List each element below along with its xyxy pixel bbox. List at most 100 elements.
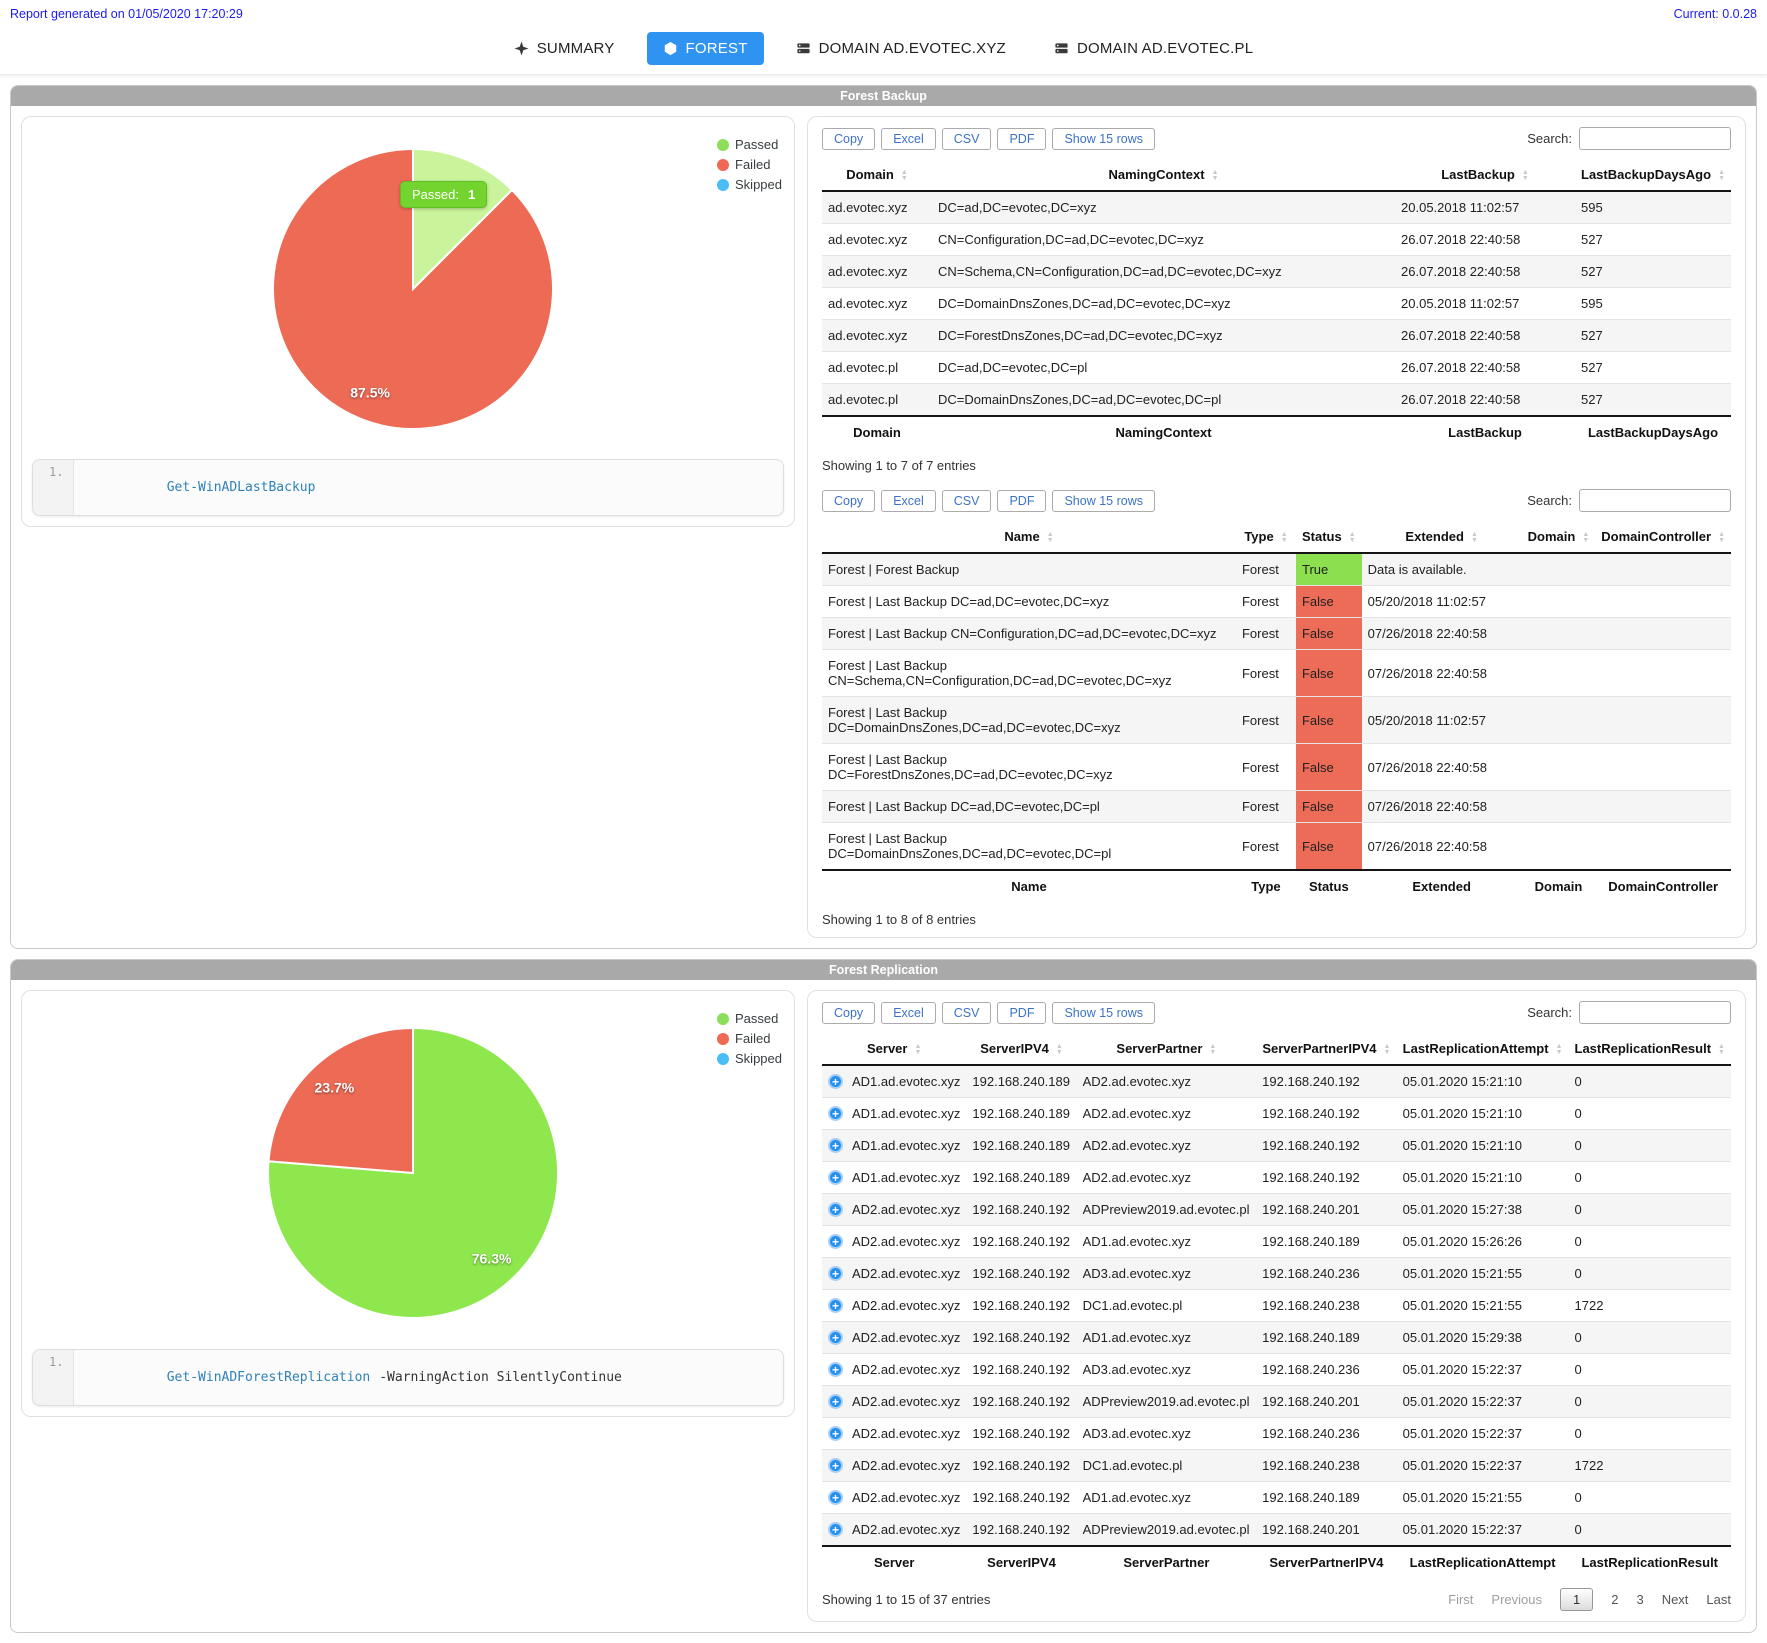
column-header-server[interactable]: Server▲▼ [822, 1033, 966, 1065]
export-buttons: Copy Excel CSVPDF Show 15 rows [822, 490, 1155, 512]
pdf-button[interactable]: PDF [997, 128, 1046, 150]
tab-domain-ad-evotec-xyz[interactable]: DOMAIN AD.EVOTEC.XYZ [780, 32, 1022, 65]
expand-row-icon[interactable]: + [828, 1458, 843, 1473]
show-15-rows-button[interactable]: Show 15 rows [1052, 490, 1155, 512]
column-header-lastreplicationattempt[interactable]: LastReplicationAttempt▲▼ [1397, 1033, 1569, 1065]
column-header-lastbackup[interactable]: LastBackup▲▼ [1395, 159, 1575, 191]
tab-label: DOMAIN AD.EVOTEC.PL [1077, 40, 1253, 57]
copy-button[interactable]: Copy [822, 128, 875, 150]
table-cell: 0 [1569, 1258, 1732, 1290]
expand-row-icon[interactable]: + [828, 1170, 843, 1185]
tab-domain-ad-evotec-pl[interactable]: DOMAIN AD.EVOTEC.PL [1038, 32, 1269, 65]
excel-button[interactable]: Excel [881, 128, 936, 150]
column-header-domaincontroller[interactable]: DomainController▲▼ [1595, 521, 1731, 553]
page-3[interactable]: 3 [1636, 1592, 1643, 1607]
table-cell: +AD2.ad.evotec.xyz [822, 1386, 966, 1417]
search-input[interactable] [1579, 1001, 1731, 1024]
page-1[interactable]: 1 [1560, 1588, 1593, 1611]
copy-button[interactable]: Copy [822, 1002, 875, 1024]
table-cell: 192.168.240.201 [1256, 1194, 1397, 1226]
table-cell: 20.05.2018 11:02:57 [1395, 288, 1575, 320]
page-next[interactable]: Next [1662, 1592, 1689, 1607]
table-cell: Forest | Last Backup DC=DomainDnsZones,D… [822, 823, 1236, 871]
table-cell: ad.evotec.xyz [822, 191, 932, 224]
column-header-serveripv4[interactable]: ServerIPV4▲▼ [966, 1033, 1076, 1065]
pdf-button[interactable]: PDF [997, 490, 1046, 512]
sort-icon: ▲▼ [1556, 1044, 1563, 1056]
table-cell: +AD1.ad.evotec.xyz [822, 1130, 966, 1161]
show-15-rows-button[interactable]: Show 15 rows [1052, 128, 1155, 150]
column-header-lastbackupdaysago[interactable]: LastBackupDaysAgo▲▼ [1575, 159, 1731, 191]
expand-row-icon[interactable]: + [828, 1330, 843, 1345]
column-header-domain[interactable]: Domain▲▼ [822, 159, 932, 191]
legend-item-failed[interactable]: Failed [717, 1031, 782, 1046]
table-row: ad.evotec.xyzDC=ad,DC=evotec,DC=xyz20.05… [822, 191, 1731, 224]
search-input[interactable] [1579, 489, 1731, 512]
table-cell: 192.168.240.192 [966, 1290, 1076, 1322]
table-cell: Data is available. [1362, 553, 1522, 586]
expand-row-icon[interactable]: + [828, 1362, 843, 1377]
excel-button[interactable]: Excel [881, 490, 936, 512]
csv-button[interactable]: CSV [942, 490, 992, 512]
expand-row-icon[interactable]: + [828, 1234, 843, 1249]
table-cell: DC1.ad.evotec.pl [1077, 1450, 1257, 1482]
legend-item-passed[interactable]: Passed [717, 1011, 782, 1026]
table-cell: 192.168.240.192 [966, 1354, 1076, 1386]
column-header-type[interactable]: Type▲▼ [1236, 521, 1296, 553]
column-header-domain[interactable]: Domain▲▼ [1522, 521, 1596, 553]
expand-row-icon[interactable]: + [828, 1106, 843, 1121]
legend-item-skipped[interactable]: Skipped [717, 177, 782, 192]
table-cell [1595, 618, 1731, 650]
version-link[interactable]: Current: 0.0.28 [1674, 7, 1757, 21]
legend-item-failed[interactable]: Failed [717, 157, 782, 172]
page-last[interactable]: Last [1706, 1592, 1731, 1607]
tab-forest[interactable]: FOREST [647, 32, 764, 65]
expand-row-icon[interactable]: + [828, 1426, 843, 1441]
csv-button[interactable]: CSV [942, 128, 992, 150]
table-row: +AD2.ad.evotec.xyz192.168.240.192AD3.ad.… [822, 1418, 1731, 1450]
table-cell: Forest | Last Backup DC=DomainDnsZones,D… [822, 697, 1236, 744]
expand-row-icon[interactable]: + [828, 1138, 843, 1153]
show-15-rows-button[interactable]: Show 15 rows [1052, 1002, 1155, 1024]
column-header-lastreplicationresult[interactable]: LastReplicationResult▲▼ [1569, 1033, 1732, 1065]
expand-row-icon[interactable]: + [828, 1490, 843, 1505]
page-2[interactable]: 2 [1611, 1592, 1618, 1607]
column-header-extended[interactable]: Extended▲▼ [1362, 521, 1522, 553]
pie-data-label: 87.5% [350, 385, 390, 401]
table-cell: 05.01.2020 15:21:10 [1397, 1130, 1569, 1162]
tab-summary[interactable]: SUMMARY [498, 32, 631, 65]
expand-row-icon[interactable]: + [828, 1298, 843, 1313]
column-header-serverpartner[interactable]: ServerPartner▲▼ [1077, 1033, 1257, 1065]
column-header-serverpartneripv4[interactable]: ServerPartnerIPV4▲▼ [1256, 1033, 1397, 1065]
table-cell: AD2.ad.evotec.xyz [1077, 1130, 1257, 1162]
csv-button[interactable]: CSV [942, 1002, 992, 1024]
table-cell: +AD2.ad.evotec.xyz [822, 1450, 966, 1481]
expand-row-icon[interactable]: + [828, 1522, 843, 1537]
column-header-namingcontext[interactable]: NamingContext▲▼ [932, 159, 1395, 191]
table-cell: 05.01.2020 15:21:10 [1397, 1162, 1569, 1194]
sort-icon: ▲▼ [914, 1044, 921, 1056]
column-header-name: Name [822, 870, 1236, 902]
expand-row-icon[interactable]: + [828, 1266, 843, 1281]
legend-item-passed[interactable]: Passed [717, 137, 782, 152]
backup-table: Domain▲▼NamingContext▲▼LastBackup▲▼LastB… [822, 159, 1731, 448]
expand-row-icon[interactable]: + [828, 1074, 843, 1089]
table-cell: DC=ad,DC=evotec,DC=xyz [932, 191, 1395, 224]
pdf-button[interactable]: PDF [997, 1002, 1046, 1024]
backup-tables-card: CopyExcelCSVPDFShow 15 rows Search: Doma… [807, 116, 1746, 938]
search-input[interactable] [1579, 127, 1731, 150]
status-cell: False [1296, 650, 1362, 697]
excel-button[interactable]: Excel [881, 1002, 936, 1024]
copy-button[interactable]: Copy [822, 490, 875, 512]
pie-slice-failed[interactable] [269, 1028, 414, 1173]
column-header-name[interactable]: Name▲▼ [822, 521, 1236, 553]
expand-row-icon[interactable]: + [828, 1202, 843, 1217]
expand-row-icon[interactable]: + [828, 1394, 843, 1409]
column-header-status[interactable]: Status▲▼ [1296, 521, 1362, 553]
table-cell [1595, 586, 1731, 618]
table-cell: ad.evotec.xyz [822, 320, 932, 352]
table-cell: CN=Schema,CN=Configuration,DC=ad,DC=evot… [932, 256, 1395, 288]
legend-item-skipped[interactable]: Skipped [717, 1051, 782, 1066]
report-generated-link[interactable]: Report generated on 01/05/2020 17:20:29 [10, 7, 243, 21]
table-row: +AD2.ad.evotec.xyz192.168.240.192AD1.ad.… [822, 1226, 1731, 1258]
